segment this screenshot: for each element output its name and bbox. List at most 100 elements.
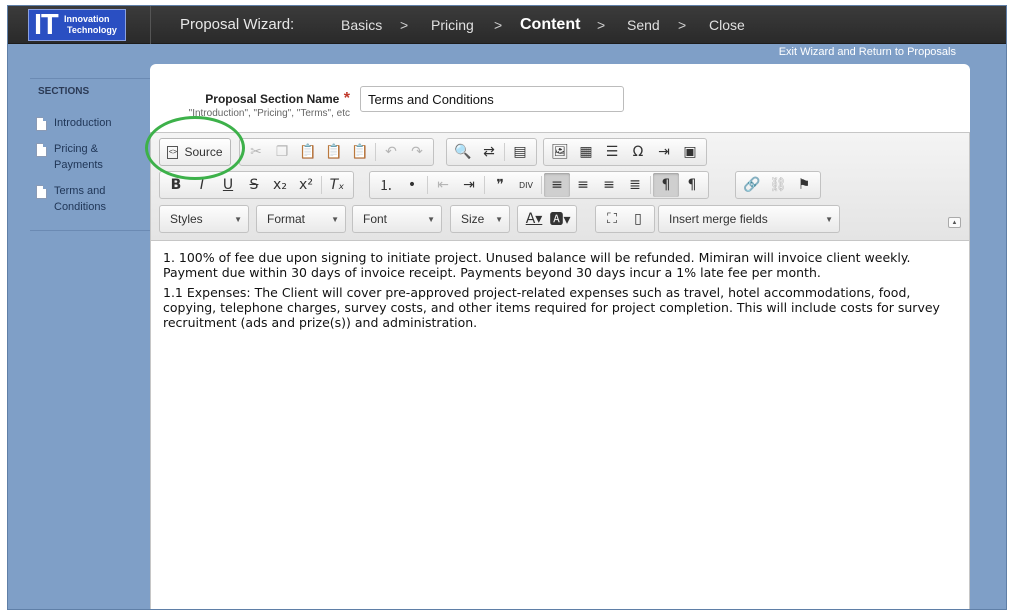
toolbar-separator xyxy=(375,143,376,161)
source-button[interactable]: <> Source xyxy=(159,138,231,166)
find-icon[interactable]: 🔍 xyxy=(450,140,476,164)
source-icon: <> xyxy=(167,145,179,159)
strikethrough-icon[interactable]: S xyxy=(241,173,267,197)
sidebar-item-pricing-payments[interactable]: Pricing & Payments xyxy=(36,141,116,173)
insert-merge-fields-dropdown[interactable]: Insert merge fields ▼ xyxy=(658,205,840,233)
bulleted-list-icon[interactable]: • xyxy=(399,173,425,197)
wizard-step-content[interactable]: Content xyxy=(520,16,580,34)
horizontal-line-icon[interactable]: ☰ xyxy=(599,140,625,164)
sidebar-divider xyxy=(30,78,150,79)
document-icon xyxy=(36,143,47,157)
logo-line-1: Innovation xyxy=(64,14,110,24)
logo-line-2: Technology xyxy=(67,25,117,35)
chevron-down-icon: ▼ xyxy=(234,215,242,224)
format-dropdown-label: Format xyxy=(267,212,306,226)
align-right-icon[interactable]: ≡ xyxy=(596,173,622,197)
align-left-icon[interactable]: ≡ xyxy=(544,173,570,197)
subscript-icon[interactable]: x₂ xyxy=(267,173,293,197)
company-logo[interactable]: IT Innovation Technology xyxy=(28,9,126,41)
bold-icon[interactable]: B xyxy=(163,173,189,197)
italic-icon[interactable]: I xyxy=(189,173,215,197)
copy-icon[interactable]: ❐ xyxy=(269,140,295,164)
text-color-icon[interactable]: A▾ xyxy=(521,207,547,231)
logo-mark: IT xyxy=(34,9,59,41)
rich-text-editor: <> Source ✂ ❐ 📋 📋 📋 ↶ ↷ 🔍 ⇄ ▤ 🖼 ▦ ☰ Ω ⇥ … xyxy=(150,132,970,609)
wizard-title: Proposal Wizard: xyxy=(180,16,295,33)
merge-fields-label: Insert merge fields xyxy=(669,212,768,226)
step-separator: > xyxy=(494,17,503,33)
align-center-icon[interactable]: ≡ xyxy=(570,173,596,197)
document-icon xyxy=(36,117,47,131)
sections-heading: SECTIONS xyxy=(38,86,90,97)
step-separator: > xyxy=(597,17,606,33)
maximize-icon[interactable]: ⛶ xyxy=(599,207,625,231)
iframe-icon[interactable]: ▣ xyxy=(677,140,703,164)
section-name-hint: "Introduction", "Pricing", "Terms", etc xyxy=(188,108,350,119)
wizard-step-send[interactable]: Send xyxy=(627,17,660,33)
insert-group: 🖼 ▦ ☰ Ω ⇥ ▣ xyxy=(543,138,707,166)
table-icon[interactable]: ▦ xyxy=(573,140,599,164)
superscript-icon[interactable]: x² xyxy=(293,173,319,197)
image-icon[interactable]: 🖼 xyxy=(547,140,573,164)
wizard-step-pricing[interactable]: Pricing xyxy=(431,17,474,33)
sidebar-item-terms-conditions[interactable]: Terms and Conditions xyxy=(36,183,131,215)
paste-word-icon[interactable]: 📋 xyxy=(347,140,373,164)
document-icon xyxy=(36,185,47,199)
wizard-step-close[interactable]: Close xyxy=(709,17,745,33)
toolbar-separator xyxy=(650,176,651,194)
remove-format-icon[interactable]: Tₓ xyxy=(324,173,350,197)
cut-icon[interactable]: ✂ xyxy=(243,140,269,164)
exit-wizard-link[interactable]: Exit Wizard and Return to Proposals xyxy=(779,46,956,58)
section-name-input[interactable] xyxy=(360,86,624,112)
paste-text-icon[interactable]: 📋 xyxy=(321,140,347,164)
justify-icon[interactable]: ≣ xyxy=(622,173,648,197)
page-break-icon[interactable]: ⇥ xyxy=(651,140,677,164)
size-dropdown[interactable]: Size ▼ xyxy=(450,205,510,233)
unlink-icon[interactable]: ⛓ xyxy=(765,173,791,197)
sidebar-item-label: Terms and Conditions xyxy=(54,185,106,213)
tools-group: ⛶ ▯ xyxy=(595,205,655,233)
increase-indent-icon[interactable]: ⇥ xyxy=(456,173,482,197)
find-group: 🔍 ⇄ ▤ xyxy=(446,138,537,166)
styles-dropdown[interactable]: Styles ▼ xyxy=(159,205,249,233)
collapse-toolbar-icon[interactable]: ▲ xyxy=(948,217,961,228)
toolbar-separator xyxy=(321,176,322,194)
step-separator: > xyxy=(400,17,409,33)
editor-toolbar: <> Source ✂ ❐ 📋 📋 📋 ↶ ↷ 🔍 ⇄ ▤ 🖼 ▦ ☰ Ω ⇥ … xyxy=(151,133,969,241)
numbered-list-icon[interactable]: ⒈ xyxy=(373,173,399,197)
undo-icon[interactable]: ↶ xyxy=(378,140,404,164)
text-direction-rtl-icon[interactable]: ¶ xyxy=(679,173,705,197)
topbar-divider xyxy=(150,6,151,44)
font-dropdown[interactable]: Font ▼ xyxy=(352,205,442,233)
sidebar-item-introduction[interactable]: Introduction xyxy=(36,115,146,131)
wizard-step-basics[interactable]: Basics xyxy=(341,17,382,33)
toolbar-separator xyxy=(427,176,428,194)
clipboard-group: ✂ ❐ 📋 📋 📋 ↶ ↷ xyxy=(239,138,434,166)
blockquote-icon[interactable]: ❞ xyxy=(487,173,513,197)
special-character-icon[interactable]: Ω xyxy=(625,140,651,164)
font-dropdown-label: Font xyxy=(363,212,388,226)
show-blocks-icon[interactable]: ▯ xyxy=(625,207,651,231)
anchor-flag-icon[interactable]: ⚑ xyxy=(791,173,817,197)
content-paragraph: 1. 100% of fee due upon signing to initi… xyxy=(163,250,911,280)
background-color-icon[interactable]: 🅰▾ xyxy=(547,207,573,231)
decrease-indent-icon[interactable]: ⇤ xyxy=(430,173,456,197)
chevron-down-icon: ▼ xyxy=(825,215,833,224)
styles-dropdown-label: Styles xyxy=(170,212,203,226)
underline-icon[interactable]: U xyxy=(215,173,241,197)
replace-icon[interactable]: ⇄ xyxy=(476,140,502,164)
text-direction-ltr-icon[interactable]: ¶ xyxy=(653,173,679,197)
chevron-down-icon: ▼ xyxy=(495,215,503,224)
content-panel: Proposal Section Name * "Introduction", … xyxy=(150,64,970,609)
link-icon[interactable]: 🔗 xyxy=(739,173,765,197)
required-mark: * xyxy=(343,90,350,107)
section-name-label: Proposal Section Name * "Introduction", … xyxy=(150,90,350,120)
select-all-icon[interactable]: ▤ xyxy=(507,140,533,164)
editor-content[interactable]: 1. 100% of fee due upon signing to initi… xyxy=(163,250,959,335)
paste-icon[interactable]: 📋 xyxy=(295,140,321,164)
div-container-icon[interactable]: DIV xyxy=(513,173,539,197)
redo-icon[interactable]: ↷ xyxy=(404,140,430,164)
colors-group: A▾ 🅰▾ xyxy=(517,205,577,233)
format-dropdown[interactable]: Format ▼ xyxy=(256,205,346,233)
step-separator: > xyxy=(678,17,687,33)
